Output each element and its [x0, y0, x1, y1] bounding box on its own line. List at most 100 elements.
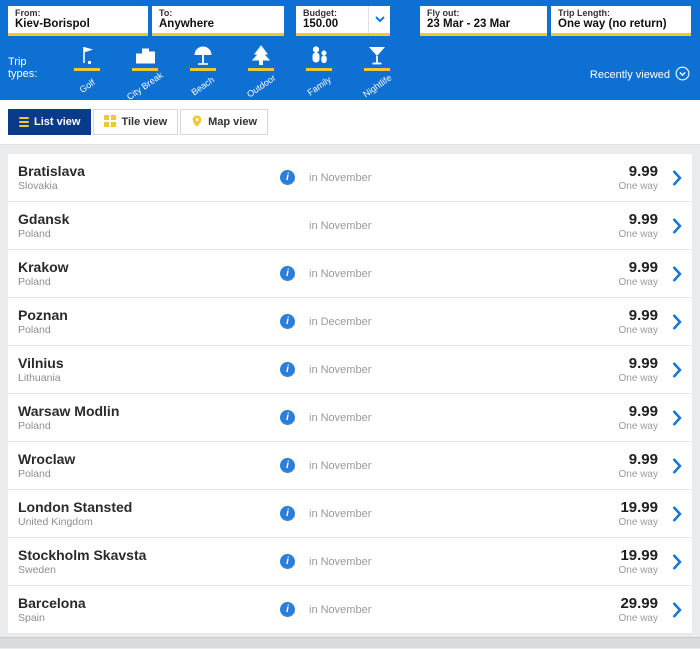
recently-viewed-button[interactable]: Recently viewed [590, 66, 690, 84]
view-tabs: List view Tile view Map view [0, 100, 700, 145]
chevron-down-icon[interactable] [368, 6, 390, 33]
info-icon[interactable] [280, 554, 295, 569]
trip-length-field[interactable]: Trip Length: One way (no return) [551, 6, 691, 36]
underline-bar [190, 68, 216, 71]
result-row[interactable]: Barcelona Spain in November 29.99 One wa… [8, 586, 692, 634]
tab-label: Tile view [121, 116, 167, 128]
trip-type-label: Outdoor [245, 73, 277, 100]
destination: Stockholm Skavsta Sweden [18, 547, 280, 576]
price-value: 9.99 [619, 259, 658, 276]
price-block: 9.99 One way [619, 307, 658, 336]
price-block: 9.99 One way [619, 211, 658, 240]
trip-type-beach[interactable]: Beach [174, 44, 232, 91]
result-row[interactable]: Gdansk Poland in November 9.99 One way [8, 202, 692, 250]
tab-tile-view[interactable]: Tile view [93, 109, 178, 135]
recently-viewed-label: Recently viewed [590, 69, 670, 81]
budget-field[interactable]: Budget: 150.00 [296, 6, 390, 36]
info-icon[interactable] [280, 602, 295, 617]
search-header: From: Kiev-Borispol To: Anywhere Budget:… [0, 0, 700, 100]
fare-type-label: One way [619, 421, 658, 432]
travel-month: in November [309, 604, 619, 616]
city-name: Wroclaw [18, 451, 280, 467]
search-fields: From: Kiev-Borispol To: Anywhere Budget:… [8, 6, 692, 36]
price-block: 29.99 One way [619, 595, 658, 624]
travel-month: in November [309, 412, 619, 424]
result-row[interactable]: Krakow Poland in November 9.99 One way [8, 250, 692, 298]
travel-month: in November [309, 556, 619, 568]
trip-type-label: Family [305, 74, 332, 97]
fare-type-label: One way [619, 373, 658, 384]
trip-type-family[interactable]: Family [290, 44, 348, 91]
chevron-right-icon[interactable] [672, 362, 682, 378]
chevron-right-icon[interactable] [672, 266, 682, 282]
price-value: 29.99 [619, 595, 658, 612]
trip-type-outdoor[interactable]: Outdoor [232, 44, 290, 91]
chevron-right-icon[interactable] [672, 314, 682, 330]
city-break-icon [134, 44, 156, 66]
trip-length-label: Trip Length: [558, 8, 684, 18]
chevron-right-icon[interactable] [672, 410, 682, 426]
trip-type-golf[interactable]: Golf [58, 44, 116, 91]
result-row[interactable]: Stockholm Skavsta Sweden in November 19.… [8, 538, 692, 586]
to-value: Anywhere [159, 18, 277, 31]
trip-type-list: Golf City Break Beach [58, 44, 406, 91]
budget-value: 150.00 [303, 18, 364, 31]
chevron-down-circle-icon [675, 66, 690, 84]
city-name: Vilnius [18, 355, 280, 371]
country-name: Poland [18, 228, 280, 240]
city-name: Gdansk [18, 211, 280, 227]
fare-finder-page: From: Kiev-Borispol To: Anywhere Budget:… [0, 0, 700, 649]
footer-strip [0, 637, 700, 648]
trip-type-label: Golf [77, 77, 96, 95]
price-block: 19.99 One way [619, 547, 658, 576]
tab-map-view[interactable]: Map view [180, 109, 268, 135]
chevron-right-icon[interactable] [672, 506, 682, 522]
info-icon[interactable] [280, 410, 295, 425]
from-value: Kiev-Borispol [15, 18, 141, 31]
result-row[interactable]: Bratislava Slovakia in November 9.99 One… [8, 154, 692, 202]
result-row[interactable]: Poznan Poland in December 9.99 One way [8, 298, 692, 346]
tab-list-view[interactable]: List view [8, 109, 91, 135]
destination: Barcelona Spain [18, 595, 280, 624]
tree-icon [250, 44, 272, 66]
from-field[interactable]: From: Kiev-Borispol [8, 6, 148, 36]
chevron-right-icon[interactable] [672, 458, 682, 474]
city-name: Stockholm Skavsta [18, 547, 280, 563]
fly-out-field[interactable]: Fly out: 23 Mar - 23 Mar [420, 6, 547, 36]
to-label: To: [159, 8, 277, 18]
trip-type-nightlife[interactable]: Nightlife [348, 44, 406, 91]
city-name: London Stansted [18, 499, 280, 515]
trip-types-label: Trip types: [8, 56, 58, 80]
destination: London Stansted United Kingdom [18, 499, 280, 528]
to-field[interactable]: To: Anywhere [152, 6, 284, 36]
result-row[interactable]: Vilnius Lithuania in November 9.99 One w… [8, 346, 692, 394]
fare-type-label: One way [619, 565, 658, 576]
price-block: 9.99 One way [619, 163, 658, 192]
underline-bar [74, 68, 100, 71]
price-value: 9.99 [619, 211, 658, 228]
chevron-right-icon[interactable] [672, 602, 682, 618]
travel-month: in November [309, 268, 619, 280]
info-icon[interactable] [280, 314, 295, 329]
info-icon[interactable] [280, 170, 295, 185]
golf-icon [76, 44, 98, 66]
chevron-right-icon[interactable] [672, 218, 682, 234]
destination: Warsaw Modlin Poland [18, 403, 280, 432]
info-icon[interactable] [280, 506, 295, 521]
info-icon[interactable] [280, 362, 295, 377]
fare-type-label: One way [619, 325, 658, 336]
cocktail-icon [366, 44, 388, 66]
chevron-right-icon[interactable] [672, 170, 682, 186]
country-name: Sweden [18, 564, 280, 576]
chevron-right-icon[interactable] [672, 554, 682, 570]
result-row[interactable]: Warsaw Modlin Poland in November 9.99 On… [8, 394, 692, 442]
info-icon[interactable] [280, 458, 295, 473]
country-name: Slovakia [18, 180, 280, 192]
info-icon[interactable] [280, 266, 295, 281]
grid-icon [104, 115, 116, 130]
price-value: 9.99 [619, 163, 658, 180]
result-row[interactable]: London Stansted United Kingdom in Novemb… [8, 490, 692, 538]
fare-type-label: One way [619, 469, 658, 480]
trip-type-city-break[interactable]: City Break [116, 44, 174, 91]
result-row[interactable]: Wroclaw Poland in November 9.99 One way [8, 442, 692, 490]
